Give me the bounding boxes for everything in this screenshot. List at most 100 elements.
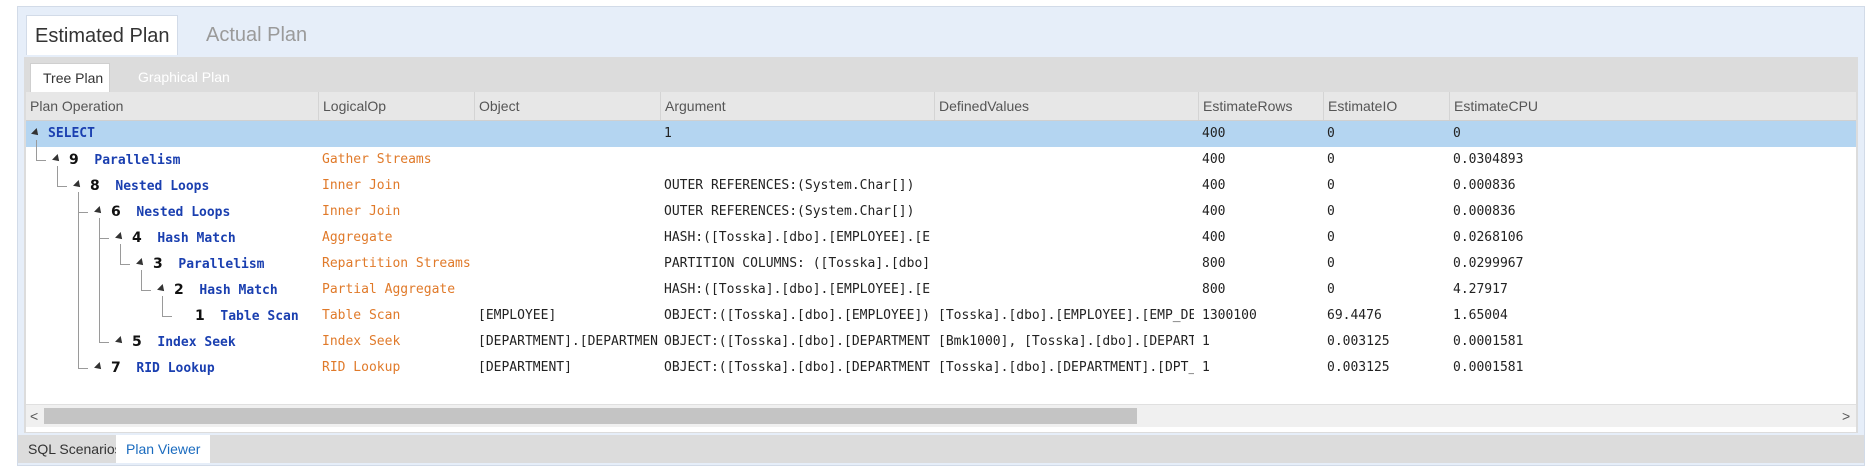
row-estimaterows: 1 (1202, 334, 1210, 349)
row-estimateio: 0 (1327, 152, 1335, 167)
row-logicalop: Gather Streams (322, 152, 432, 167)
tree-line (36, 160, 46, 161)
row-plan-operation: 9 Parallelism (69, 147, 181, 173)
tab-actual-plan[interactable]: Actual Plan (198, 15, 315, 55)
tree-line (141, 290, 151, 291)
table-row[interactable]: 1 Table Scan Table Scan [EMPLOYEE] OBJECT:(… (26, 303, 1856, 329)
tab-graphical-plan[interactable]: Graphical Plan (126, 63, 242, 92)
row-definedvalues: [Tosska].[dbo].[EMPLOYEE].[EMP_DEPT] (938, 308, 1194, 323)
horizontal-scrollbar[interactable]: < > (26, 404, 1856, 427)
scroll-right-arrow-icon[interactable]: > (1842, 407, 1850, 425)
row-estimatecpu: 1.65004 (1453, 308, 1508, 323)
column-header-estimateio[interactable]: EstimateIO (1323, 92, 1449, 120)
table-row[interactable]: 5 Index Seek Index Seek [DEPARTMENT].[DEPA… (26, 329, 1856, 355)
row-estimaterows: 400 (1202, 204, 1226, 219)
tree-line (120, 244, 121, 264)
row-object (478, 147, 658, 173)
row-estimateio: 69.4476 (1327, 308, 1382, 323)
tab-plan-viewer[interactable]: Plan Viewer (116, 435, 211, 463)
row-logicalop: Index Seek (322, 334, 401, 349)
scroll-left-arrow-icon[interactable]: < (30, 407, 38, 425)
row-object (478, 121, 658, 147)
row-argument: OUTER REFERENCES:(System.Char[]) (664, 178, 915, 193)
tree-line (57, 186, 67, 187)
table-row[interactable]: 2 Hash Match Partial Aggregate HASH:([Toss… (26, 277, 1856, 303)
operation-name: Index Seek (157, 335, 236, 350)
row-estimatecpu: 0.0001581 (1453, 360, 1524, 375)
table-row[interactable]: 9 Parallelism Gather Streams 400 0 0.0304893 (26, 147, 1856, 173)
table-row[interactable]: 6 Nested Loops Inner Join OUTER REFERENCES… (26, 199, 1856, 225)
row-plan-operation: SELECT (48, 121, 95, 147)
node-id: 4 (132, 230, 142, 246)
row-argument: PARTITION COLUMNS: ([Tosska].[dbo].[EM (664, 256, 930, 271)
row-estimatecpu: 0.0299967 (1453, 256, 1524, 271)
row-logicalop: Aggregate (322, 230, 393, 245)
expand-collapse-icon[interactable] (115, 336, 125, 346)
tree-line (57, 166, 58, 186)
tab-sql-scenarios[interactable]: SQL Scenarios (18, 435, 132, 463)
table-row[interactable]: 8 Nested Loops Inner Join OUTER REFERENCES… (26, 173, 1856, 199)
row-estimateio: 0 (1327, 282, 1335, 297)
row-estimaterows: 1300100 (1202, 308, 1257, 323)
row-plan-operation: 2 Hash Match (174, 277, 278, 303)
expand-collapse-icon[interactable] (94, 362, 104, 372)
row-argument: HASH:([Tosska].[dbo].[EMPLOYEE].[EMP_D (664, 230, 930, 245)
tree-line (78, 212, 88, 213)
expand-collapse-icon[interactable] (136, 258, 146, 268)
row-object (478, 225, 658, 251)
column-header-argument[interactable]: Argument (660, 92, 934, 120)
column-header-estimaterows[interactable]: EstimateRows (1198, 92, 1323, 120)
row-definedvalues (938, 199, 1194, 225)
row-estimatecpu: 0.0268106 (1453, 230, 1524, 245)
node-id: 9 (69, 152, 79, 168)
expand-collapse-icon[interactable] (52, 154, 62, 164)
row-estimaterows: 1 (1202, 360, 1210, 375)
operation-name: Table Scan (220, 309, 299, 324)
row-logicalop: Partial Aggregate (322, 282, 456, 297)
table-row[interactable]: SELECT 1 400 0 0 (26, 121, 1856, 147)
tree-line (141, 270, 142, 290)
expand-collapse-icon[interactable] (31, 128, 41, 138)
table-row[interactable]: 3 Parallelism Repartition Streams PARTITIO… (26, 251, 1856, 277)
tree-line (162, 316, 172, 317)
row-argument: OBJECT:([Tosska].[dbo].[EMPLOYEE]), WH (664, 308, 930, 323)
row-estimatecpu: 0.000836 (1453, 178, 1516, 193)
tree-line (78, 368, 88, 369)
table-row[interactable]: 4 Hash Match Aggregate HASH:([Tosska].[dbo… (26, 225, 1856, 251)
row-argument: OBJECT:([Tosska].[dbo].[DEPARTMENT]), (664, 360, 930, 375)
row-estimaterows: 400 (1202, 152, 1226, 167)
expand-collapse-icon[interactable] (73, 180, 83, 190)
column-header-definedvalues[interactable]: DefinedValues (934, 92, 1198, 120)
row-estimateio: 0.003125 (1327, 334, 1390, 349)
row-plan-operation: 1 Table Scan (195, 303, 299, 329)
expand-collapse-icon[interactable] (94, 206, 104, 216)
operation-name: Hash Match (199, 283, 278, 298)
operation-name: RID Lookup (136, 361, 215, 376)
operation-name: Nested Loops (136, 205, 231, 220)
row-estimateio: 0 (1327, 204, 1335, 219)
row-definedvalues (938, 251, 1194, 277)
column-header-object[interactable]: Object (474, 92, 660, 120)
row-definedvalues (938, 147, 1194, 173)
tree-line (99, 238, 109, 239)
node-id: 2 (174, 282, 184, 298)
row-estimateio: 0.003125 (1327, 360, 1390, 375)
tab-tree-plan[interactable]: Tree Plan (30, 63, 110, 92)
row-argument: OUTER REFERENCES:(System.Char[]) (664, 204, 915, 219)
expand-collapse-icon[interactable] (157, 284, 167, 294)
row-argument: 1 (664, 126, 672, 141)
node-id: 3 (153, 256, 163, 272)
row-object (478, 251, 658, 277)
column-header-plan-operation[interactable]: Plan Operation (26, 92, 318, 120)
expand-collapse-icon[interactable] (115, 232, 125, 242)
operation-name: SELECT (48, 126, 95, 141)
tab-estimated-plan[interactable]: Estimated Plan (26, 15, 178, 55)
row-definedvalues (938, 225, 1194, 251)
table-row[interactable]: 7 RID Lookup RID Lookup [DEPARTMENT] OBJECT… (26, 355, 1856, 381)
operation-name: Parallelism (178, 257, 265, 272)
scrollbar-thumb[interactable] (44, 408, 1137, 424)
column-header-logicalop[interactable]: LogicalOp (318, 92, 474, 120)
row-plan-operation: 6 Nested Loops (111, 199, 230, 225)
row-logicalop: Inner Join (322, 204, 401, 219)
column-header-estimatecpu[interactable]: EstimateCPU (1449, 92, 1856, 120)
